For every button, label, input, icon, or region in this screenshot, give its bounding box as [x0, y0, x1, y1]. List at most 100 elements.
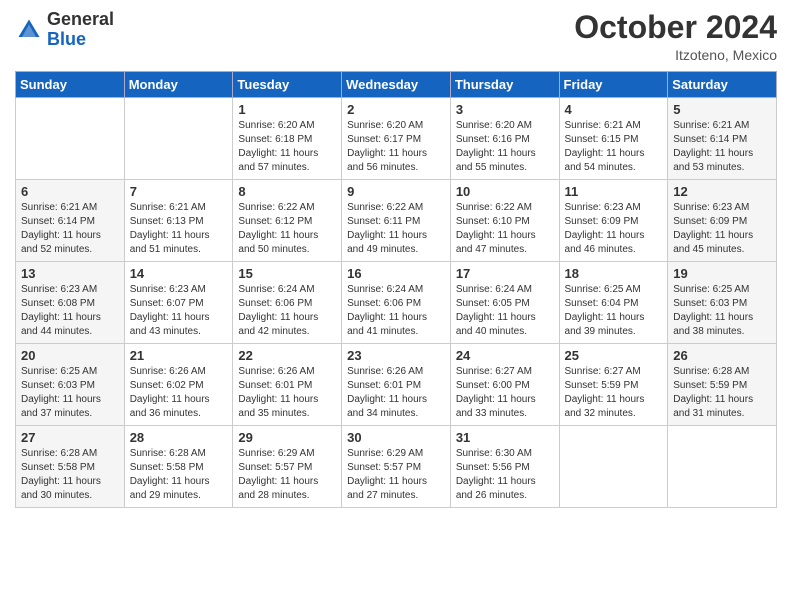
logo-blue: Blue: [47, 29, 86, 49]
day-number: 6: [21, 184, 119, 199]
weekday-header-tuesday: Tuesday: [233, 72, 342, 98]
month-title: October 2024: [574, 10, 777, 45]
day-info: Sunrise: 6:23 AMSunset: 6:09 PMDaylight:…: [673, 201, 771, 257]
day-info: Sunrise: 6:28 AMSunset: 5:59 PMDaylight:…: [673, 365, 771, 421]
day-info: Sunrise: 6:30 AMSunset: 5:56 PMDaylight:…: [456, 447, 554, 503]
header: General Blue October 2024 Itzoteno, Mexi…: [15, 10, 777, 63]
weekday-header-monday: Monday: [124, 72, 233, 98]
day-info: Sunrise: 6:20 AMSunset: 6:16 PMDaylight:…: [456, 119, 554, 175]
day-cell: 11 Sunrise: 6:23 AMSunset: 6:09 PMDayligh…: [559, 180, 668, 262]
day-info: Sunrise: 6:25 AMSunset: 6:03 PMDaylight:…: [21, 365, 119, 421]
week-row-2: 13 Sunrise: 6:23 AMSunset: 6:08 PMDayligh…: [16, 262, 777, 344]
calendar-table: SundayMondayTuesdayWednesdayThursdayFrid…: [15, 71, 777, 508]
day-cell: [16, 98, 125, 180]
day-number: 18: [565, 266, 663, 281]
day-cell: 28Sunrise: 6:28 AMSunset: 5:58 PMDayligh…: [124, 426, 233, 508]
day-cell: 8 Sunrise: 6:22 AMSunset: 6:12 PMDaylight…: [233, 180, 342, 262]
day-info: Sunrise: 6:28 AMSunset: 5:58 PMDaylight:…: [130, 447, 228, 503]
day-info: Sunrise: 6:20 AMSunset: 6:18 PMDaylight:…: [238, 119, 336, 175]
day-cell: 5 Sunrise: 6:21 AMSunset: 6:14 PMDaylight…: [668, 98, 777, 180]
day-info: Sunrise: 6:22 AMSunset: 6:12 PMDaylight:…: [238, 201, 336, 257]
day-number: 3: [456, 102, 554, 117]
day-info: Sunrise: 6:23 AMSunset: 6:09 PMDaylight:…: [565, 201, 663, 257]
week-row-3: 20 Sunrise: 6:25 AMSunset: 6:03 PMDayligh…: [16, 344, 777, 426]
day-number: 4: [565, 102, 663, 117]
day-number: 21: [130, 348, 228, 363]
day-cell: 7Sunrise: 6:21 AMSunset: 6:13 PMDaylight…: [124, 180, 233, 262]
day-number: 19: [673, 266, 771, 281]
day-number: 14: [130, 266, 228, 281]
day-cell: 18 Sunrise: 6:25 AMSunset: 6:04 PMDayligh…: [559, 262, 668, 344]
day-info: Sunrise: 6:25 AMSunset: 6:04 PMDaylight:…: [565, 283, 663, 339]
day-info: Sunrise: 6:24 AMSunset: 6:05 PMDaylight:…: [456, 283, 554, 339]
day-cell: 31 Sunrise: 6:30 AMSunset: 5:56 PMDayligh…: [450, 426, 559, 508]
title-block: October 2024 Itzoteno, Mexico: [574, 10, 777, 63]
day-number: 15: [238, 266, 336, 281]
day-number: 1: [238, 102, 336, 117]
day-cell: 21 Sunrise: 6:26 AMSunset: 6:02 PMDayligh…: [124, 344, 233, 426]
day-info: Sunrise: 6:26 AMSunset: 6:01 PMDaylight:…: [347, 365, 445, 421]
day-info: Sunrise: 6:21 AMSunset: 6:14 PMDaylight:…: [673, 119, 771, 175]
day-info: Sunrise: 6:24 AMSunset: 6:06 PMDaylight:…: [347, 283, 445, 339]
day-number: 24: [456, 348, 554, 363]
day-cell: [559, 426, 668, 508]
day-info: Sunrise: 6:23 AMSunset: 6:08 PMDaylight:…: [21, 283, 119, 339]
day-cell: 10Sunrise: 6:22 AMSunset: 6:10 PMDayligh…: [450, 180, 559, 262]
day-cell: 16Sunrise: 6:24 AMSunset: 6:06 PMDayligh…: [342, 262, 451, 344]
logo: General Blue: [15, 10, 114, 50]
day-cell: 9 Sunrise: 6:22 AMSunset: 6:11 PMDaylight…: [342, 180, 451, 262]
day-cell: 30Sunrise: 6:29 AMSunset: 5:57 PMDayligh…: [342, 426, 451, 508]
day-number: 29: [238, 430, 336, 445]
day-info: Sunrise: 6:26 AMSunset: 6:02 PMDaylight:…: [130, 365, 228, 421]
day-cell: 26 Sunrise: 6:28 AMSunset: 5:59 PMDayligh…: [668, 344, 777, 426]
day-number: 8: [238, 184, 336, 199]
day-info: Sunrise: 6:24 AMSunset: 6:06 PMDaylight:…: [238, 283, 336, 339]
day-number: 9: [347, 184, 445, 199]
day-cell: 14 Sunrise: 6:23 AMSunset: 6:07 PMDayligh…: [124, 262, 233, 344]
day-info: Sunrise: 6:21 AMSunset: 6:15 PMDaylight:…: [565, 119, 663, 175]
day-info: Sunrise: 6:22 AMSunset: 6:11 PMDaylight:…: [347, 201, 445, 257]
day-number: 31: [456, 430, 554, 445]
day-info: Sunrise: 6:27 AMSunset: 6:00 PMDaylight:…: [456, 365, 554, 421]
day-number: 26: [673, 348, 771, 363]
day-number: 5: [673, 102, 771, 117]
day-number: 23: [347, 348, 445, 363]
day-cell: 4 Sunrise: 6:21 AMSunset: 6:15 PMDaylight…: [559, 98, 668, 180]
week-row-0: 1 Sunrise: 6:20 AMSunset: 6:18 PMDaylight…: [16, 98, 777, 180]
day-number: 30: [347, 430, 445, 445]
day-info: Sunrise: 6:29 AMSunset: 5:57 PMDaylight:…: [238, 447, 336, 503]
day-number: 12: [673, 184, 771, 199]
day-number: 22: [238, 348, 336, 363]
day-cell: 22 Sunrise: 6:26 AMSunset: 6:01 PMDayligh…: [233, 344, 342, 426]
week-row-1: 6Sunrise: 6:21 AMSunset: 6:14 PMDaylight…: [16, 180, 777, 262]
day-info: Sunrise: 6:26 AMSunset: 6:01 PMDaylight:…: [238, 365, 336, 421]
weekday-header-wednesday: Wednesday: [342, 72, 451, 98]
day-cell: 20 Sunrise: 6:25 AMSunset: 6:03 PMDayligh…: [16, 344, 125, 426]
day-cell: [668, 426, 777, 508]
day-number: 27: [21, 430, 119, 445]
day-cell: 23 Sunrise: 6:26 AMSunset: 6:01 PMDayligh…: [342, 344, 451, 426]
day-number: 10: [456, 184, 554, 199]
week-row-4: 27 Sunrise: 6:28 AMSunset: 5:58 PMDayligh…: [16, 426, 777, 508]
day-cell: 29 Sunrise: 6:29 AMSunset: 5:57 PMDayligh…: [233, 426, 342, 508]
day-number: 7: [130, 184, 228, 199]
day-cell: 13 Sunrise: 6:23 AMSunset: 6:08 PMDayligh…: [16, 262, 125, 344]
day-cell: 25Sunrise: 6:27 AMSunset: 5:59 PMDayligh…: [559, 344, 668, 426]
day-cell: 17Sunrise: 6:24 AMSunset: 6:05 PMDayligh…: [450, 262, 559, 344]
logo-general: General: [47, 9, 114, 29]
weekday-header-friday: Friday: [559, 72, 668, 98]
day-info: Sunrise: 6:28 AMSunset: 5:58 PMDaylight:…: [21, 447, 119, 503]
day-cell: 3 Sunrise: 6:20 AMSunset: 6:16 PMDaylight…: [450, 98, 559, 180]
weekday-header-sunday: Sunday: [16, 72, 125, 98]
day-cell: 6Sunrise: 6:21 AMSunset: 6:14 PMDaylight…: [16, 180, 125, 262]
day-cell: 19 Sunrise: 6:25 AMSunset: 6:03 PMDayligh…: [668, 262, 777, 344]
day-number: 13: [21, 266, 119, 281]
day-number: 20: [21, 348, 119, 363]
day-info: Sunrise: 6:20 AMSunset: 6:17 PMDaylight:…: [347, 119, 445, 175]
day-number: 11: [565, 184, 663, 199]
day-info: Sunrise: 6:25 AMSunset: 6:03 PMDaylight:…: [673, 283, 771, 339]
day-cell: [124, 98, 233, 180]
day-cell: 2 Sunrise: 6:20 AMSunset: 6:17 PMDaylight…: [342, 98, 451, 180]
day-number: 2: [347, 102, 445, 117]
day-info: Sunrise: 6:23 AMSunset: 6:07 PMDaylight:…: [130, 283, 228, 339]
